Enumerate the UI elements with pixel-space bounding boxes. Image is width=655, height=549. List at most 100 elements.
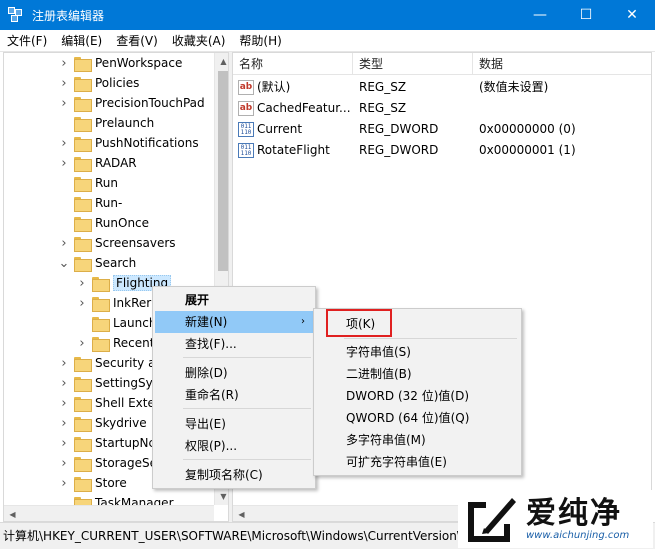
tree-item-label: StartupNc (95, 436, 156, 450)
submenu-item[interactable]: QWORD (64 位)值(Q) (316, 407, 519, 429)
tree-item-label: Search (95, 256, 137, 270)
submenu-item-label: 多字符串值(M) (346, 433, 426, 447)
expand-chevron-icon[interactable]: › (58, 476, 70, 491)
expand-chevron-icon[interactable]: › (58, 56, 70, 71)
tree-item[interactable]: Run- (58, 193, 122, 213)
red-highlight-box (326, 309, 392, 337)
window-title: 注册表编辑器 (32, 8, 105, 23)
submenu-item[interactable]: 字符串值(S) (316, 341, 519, 363)
expand-chevron-icon[interactable]: › (58, 76, 70, 91)
context-menu-item[interactable]: 重命名(R) (155, 384, 313, 406)
tree-item[interactable]: › Screensavers (58, 233, 176, 253)
tree-item[interactable]: › StartupNc (58, 433, 155, 453)
tree-item[interactable]: › PenWorkspace (58, 53, 182, 73)
column-name-header[interactable]: 名称 (233, 53, 353, 75)
close-button[interactable]: ✕ (609, 0, 655, 30)
tree-item[interactable]: › PushNotifications (58, 133, 199, 153)
value-row[interactable]: ab (默认) REG_SZ (数值未设置) (233, 77, 651, 98)
tree-item[interactable]: Launch (76, 313, 156, 333)
expand-chevron-icon[interactable]: › (76, 336, 88, 351)
value-row[interactable]: 011 110 Current REG_DWORD 0x00000000 (0) (233, 119, 651, 140)
menu-favorites[interactable]: 收藏夹(A) (165, 30, 233, 52)
tree-item-label: Launch (113, 316, 157, 330)
expand-chevron-icon[interactable]: › (58, 396, 70, 411)
context-menu-item-label: 复制项名称(C) (185, 468, 263, 482)
expand-chevron-icon[interactable]: › (58, 456, 70, 471)
expand-chevron-icon[interactable]: › (58, 356, 70, 371)
submenu-item[interactable]: DWORD (32 位)值(D) (316, 385, 519, 407)
value-row[interactable]: 011 110 RotateFlight REG_DWORD 0x00000001 (1… (233, 140, 651, 161)
value-row[interactable]: ab CachedFeatur... REG_SZ (233, 98, 651, 119)
tree-item[interactable]: › SettingSyr (58, 373, 158, 393)
tree-item[interactable]: › RADAR (58, 153, 137, 173)
collapse-chevron-icon[interactable]: ⌄ (58, 256, 70, 271)
minimize-button[interactable]: — (517, 0, 563, 30)
menu-help[interactable]: 帮助(H) (232, 30, 288, 52)
new-submenu: 项(K) 字符串值(S) 二进制值(B) DWORD (32 位)值(D) QWORD … (313, 308, 522, 476)
menu-file[interactable]: 文件(F) (0, 30, 54, 52)
tree-item[interactable]: › Shell Exter (58, 393, 160, 413)
context-menu-item[interactable]: 查找(F)... (155, 333, 313, 355)
tree-item[interactable]: › PrecisionTouchPad (58, 93, 205, 113)
tree-item[interactable]: › Recent (76, 333, 154, 353)
scroll-left-arrow-icon[interactable]: ◀ (233, 506, 250, 521)
tree-item[interactable]: RunOnce (58, 213, 149, 233)
tree-item[interactable]: › Skydrive (58, 413, 147, 433)
context-menu-item[interactable]: 复制项名称(C) (155, 464, 313, 486)
scroll-left-arrow-icon[interactable]: ◀ (4, 506, 21, 521)
folder-icon (74, 196, 92, 212)
scroll-thumb[interactable] (218, 71, 228, 271)
tree-item[interactable]: ⌄ Search (58, 253, 136, 273)
folder-icon (74, 416, 92, 432)
submenu-item[interactable]: 多字符串值(M) (316, 429, 519, 451)
context-menu-item[interactable]: 导出(E) (155, 413, 313, 435)
title-bar: 注册表编辑器 — ☐ ✕ (0, 0, 655, 30)
tree-item[interactable]: › Store (58, 473, 127, 493)
menu-separator (183, 357, 311, 358)
context-menu-item-label: 新建(N) (185, 315, 228, 329)
tree-item[interactable]: › InkRer (76, 293, 151, 313)
tree-item[interactable]: Prelaunch (58, 113, 154, 133)
submenu-item[interactable]: 二进制值(B) (316, 363, 519, 385)
binary-dword-icon: 011 110 (238, 143, 254, 158)
context-menu-item[interactable]: 权限(P)... (155, 435, 313, 457)
expand-chevron-icon[interactable]: › (58, 156, 70, 171)
context-menu-item-label: 权限(P)... (185, 439, 238, 453)
expand-chevron-icon[interactable]: › (58, 136, 70, 151)
maximize-button[interactable]: ☐ (563, 0, 609, 30)
tree-item-label: PushNotifications (95, 136, 199, 150)
folder-icon (74, 476, 92, 492)
submenu-item[interactable]: 可扩充字符串值(E) (316, 451, 519, 473)
folder-icon (74, 56, 92, 72)
expand-chevron-icon[interactable]: › (58, 416, 70, 431)
context-menu-item[interactable]: 新建(N) › (155, 311, 313, 333)
tree-item[interactable]: › Policies (58, 73, 139, 93)
folder-icon (92, 276, 110, 292)
scroll-up-arrow-icon[interactable]: ▲ (215, 53, 228, 70)
expand-chevron-icon[interactable]: › (76, 276, 88, 291)
tree-item[interactable]: › Security a (58, 353, 155, 373)
expand-chevron-icon[interactable]: › (76, 296, 88, 311)
value-type: REG_DWORD (359, 122, 439, 136)
aichunjing-logo-icon (468, 498, 516, 542)
expand-chevron-icon[interactable]: › (58, 96, 70, 111)
tree-horizontal-scrollbar[interactable]: ◀ (4, 505, 214, 521)
context-menu-item[interactable]: 删除(D) (155, 362, 313, 384)
tree-item[interactable]: › StorageSe (58, 453, 157, 473)
expand-chevron-icon[interactable]: › (58, 436, 70, 451)
folder-icon (74, 176, 92, 192)
expand-chevron-icon[interactable]: › (58, 236, 70, 251)
value-name: RotateFlight (257, 143, 330, 157)
context-menu-item[interactable]: 展开 (155, 289, 313, 311)
column-data-header[interactable]: 数据 (473, 53, 651, 75)
column-type-header[interactable]: 类型 (353, 53, 473, 75)
scroll-down-arrow-icon[interactable]: ▼ (215, 488, 228, 505)
menu-view[interactable]: 查看(V) (109, 30, 165, 52)
menu-edit[interactable]: 编辑(E) (54, 30, 109, 52)
expand-chevron-icon[interactable]: › (58, 376, 70, 391)
menu-bar: 文件(F) 编辑(E) 查看(V) 收藏夹(A) 帮助(H) (0, 30, 655, 52)
folder-icon (92, 296, 110, 312)
tree-item[interactable]: Run (58, 173, 118, 193)
submenu-item-label: 二进制值(B) (346, 367, 412, 381)
folder-icon (74, 216, 92, 232)
